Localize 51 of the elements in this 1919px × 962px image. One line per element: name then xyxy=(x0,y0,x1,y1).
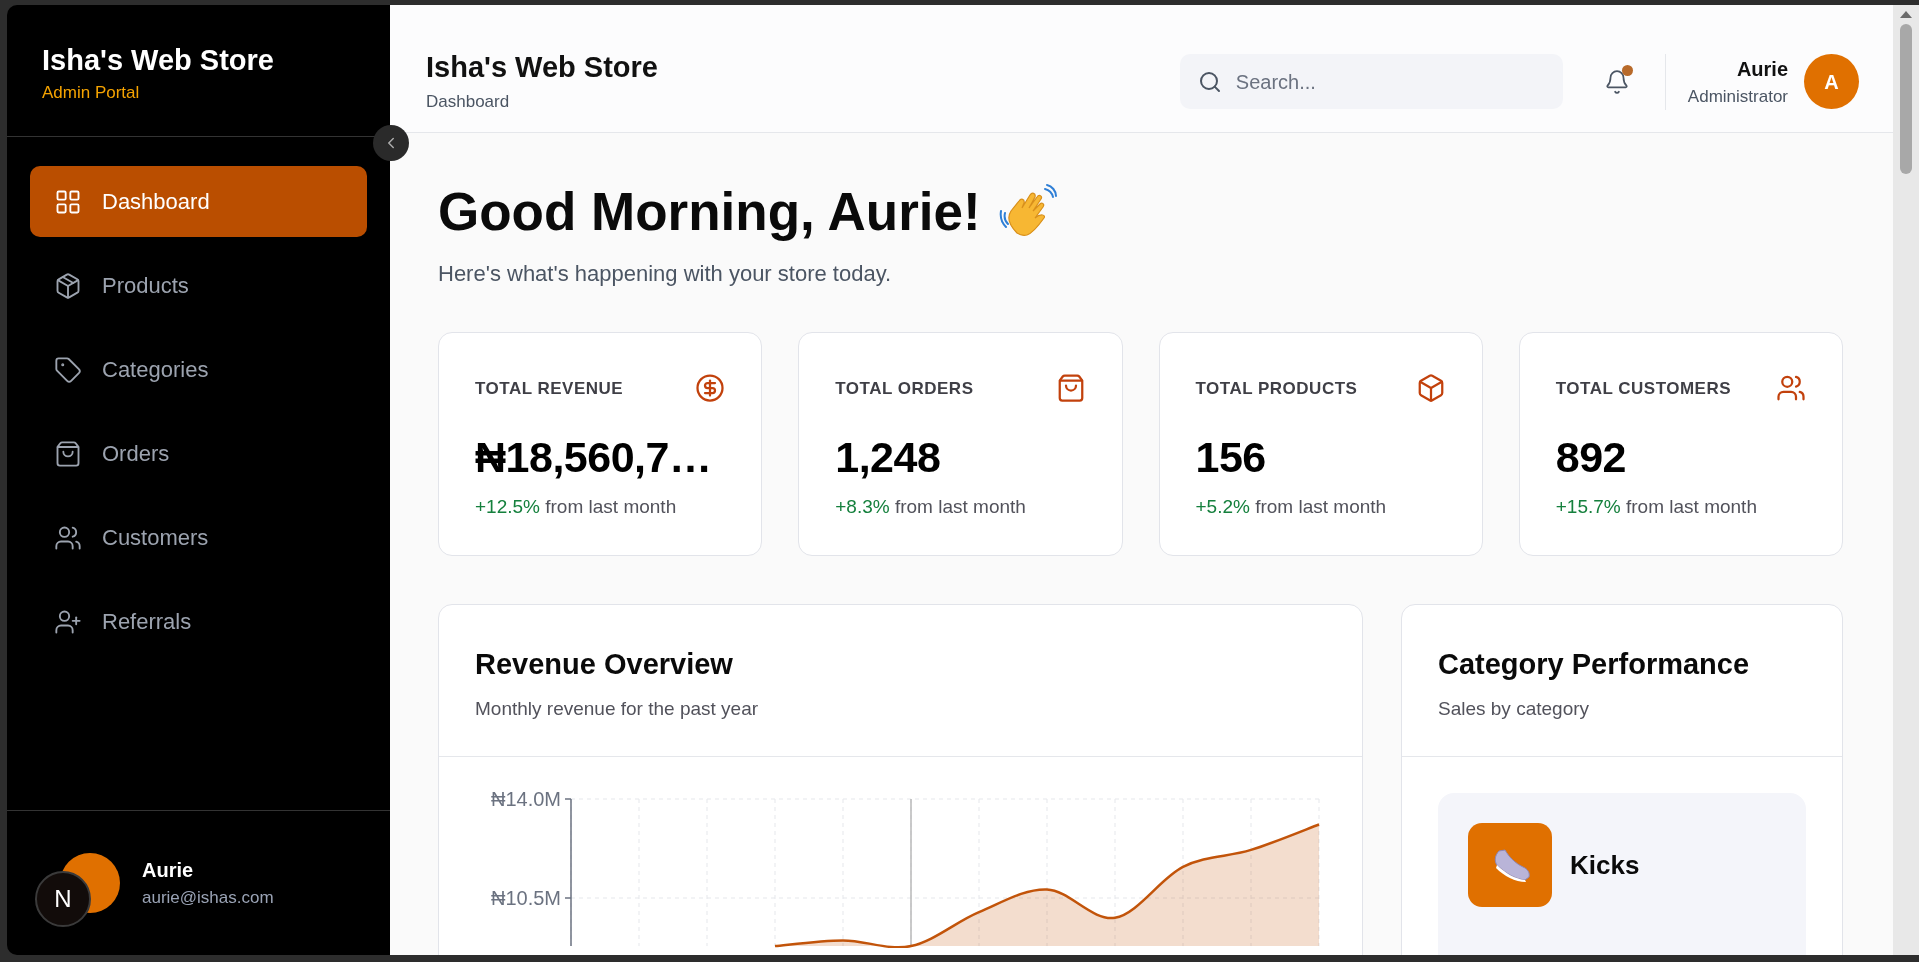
header-user-name: Aurie xyxy=(1736,56,1788,82)
nav-item[interactable]: Categories xyxy=(30,334,367,405)
tag-icon xyxy=(54,355,82,384)
card-title: Category Performance xyxy=(1438,647,1751,683)
scrollbar[interactable] xyxy=(1893,5,1919,955)
stat-note: from last month xyxy=(545,496,677,517)
nav-item[interactable]: Customers xyxy=(30,502,367,573)
y-tick-label: ₦14.0M xyxy=(490,788,561,811)
stat-change: +12.5% xyxy=(475,496,540,517)
card-title: Revenue Overview xyxy=(475,647,734,683)
portal-subtitle: Admin Portal xyxy=(42,82,141,105)
greeting-subtitle: Here's what's happening with your store today. xyxy=(438,260,893,289)
page-title: Isha's Web Store xyxy=(426,49,658,85)
y-tick-label: ₦10.5M xyxy=(490,887,561,910)
stat-note: from last month xyxy=(1255,496,1387,517)
nav-item[interactable]: Dashboard xyxy=(30,166,367,237)
store-title: Isha's Web Store xyxy=(42,43,275,78)
stat-label: TOTAL PRODUCTS xyxy=(1195,377,1358,400)
stat-change: +15.7% xyxy=(1555,496,1621,517)
user-role: Administrator xyxy=(1687,85,1788,108)
card-subtitle: Sales by category xyxy=(1438,696,1591,721)
shopping-bag-icon xyxy=(54,439,82,468)
stat-value: ₦18,560,7… xyxy=(475,432,712,484)
box-icon xyxy=(54,271,82,300)
search-field[interactable]: Search... xyxy=(1235,66,1545,97)
user-name: Aurie xyxy=(142,858,195,884)
search-bar[interactable]: Search... xyxy=(1179,54,1563,109)
user-email: aurie@ishas.com xyxy=(142,887,274,910)
stat-value: 892 xyxy=(1555,432,1626,484)
nav-item[interactable]: Products xyxy=(30,250,367,321)
stat-note: from last month xyxy=(1626,496,1757,517)
nav-item[interactable]: Orders xyxy=(30,418,367,489)
stat-label: TOTAL CUSTOMERS xyxy=(1555,377,1732,400)
stat-label: TOTAL REVENUE xyxy=(475,377,624,400)
stat-value: 156 xyxy=(1195,432,1266,484)
scroll-thumb[interactable] xyxy=(1900,24,1912,174)
scroll-up-icon xyxy=(1900,11,1912,18)
bell-icon xyxy=(1603,68,1630,95)
dev-badge[interactable]: N xyxy=(35,871,91,927)
category-name: Kicks xyxy=(1570,848,1640,882)
stat-note: from last month xyxy=(894,496,1026,517)
card-subtitle: Monthly revenue for the past year xyxy=(475,696,760,721)
search-icon xyxy=(1197,69,1222,94)
stat-label: TOTAL ORDERS xyxy=(835,377,974,400)
stat-value: 1,248 xyxy=(835,432,941,484)
greeting-title: Good Morning, Aurie! xyxy=(438,181,981,243)
nav-item[interactable]: Referrals xyxy=(30,586,367,657)
stat-change: +5.2% xyxy=(1195,496,1250,517)
stat-change: +8.3% xyxy=(835,496,890,517)
dollar-icon xyxy=(695,373,726,404)
page-subtitle: Dashboard xyxy=(426,90,511,113)
